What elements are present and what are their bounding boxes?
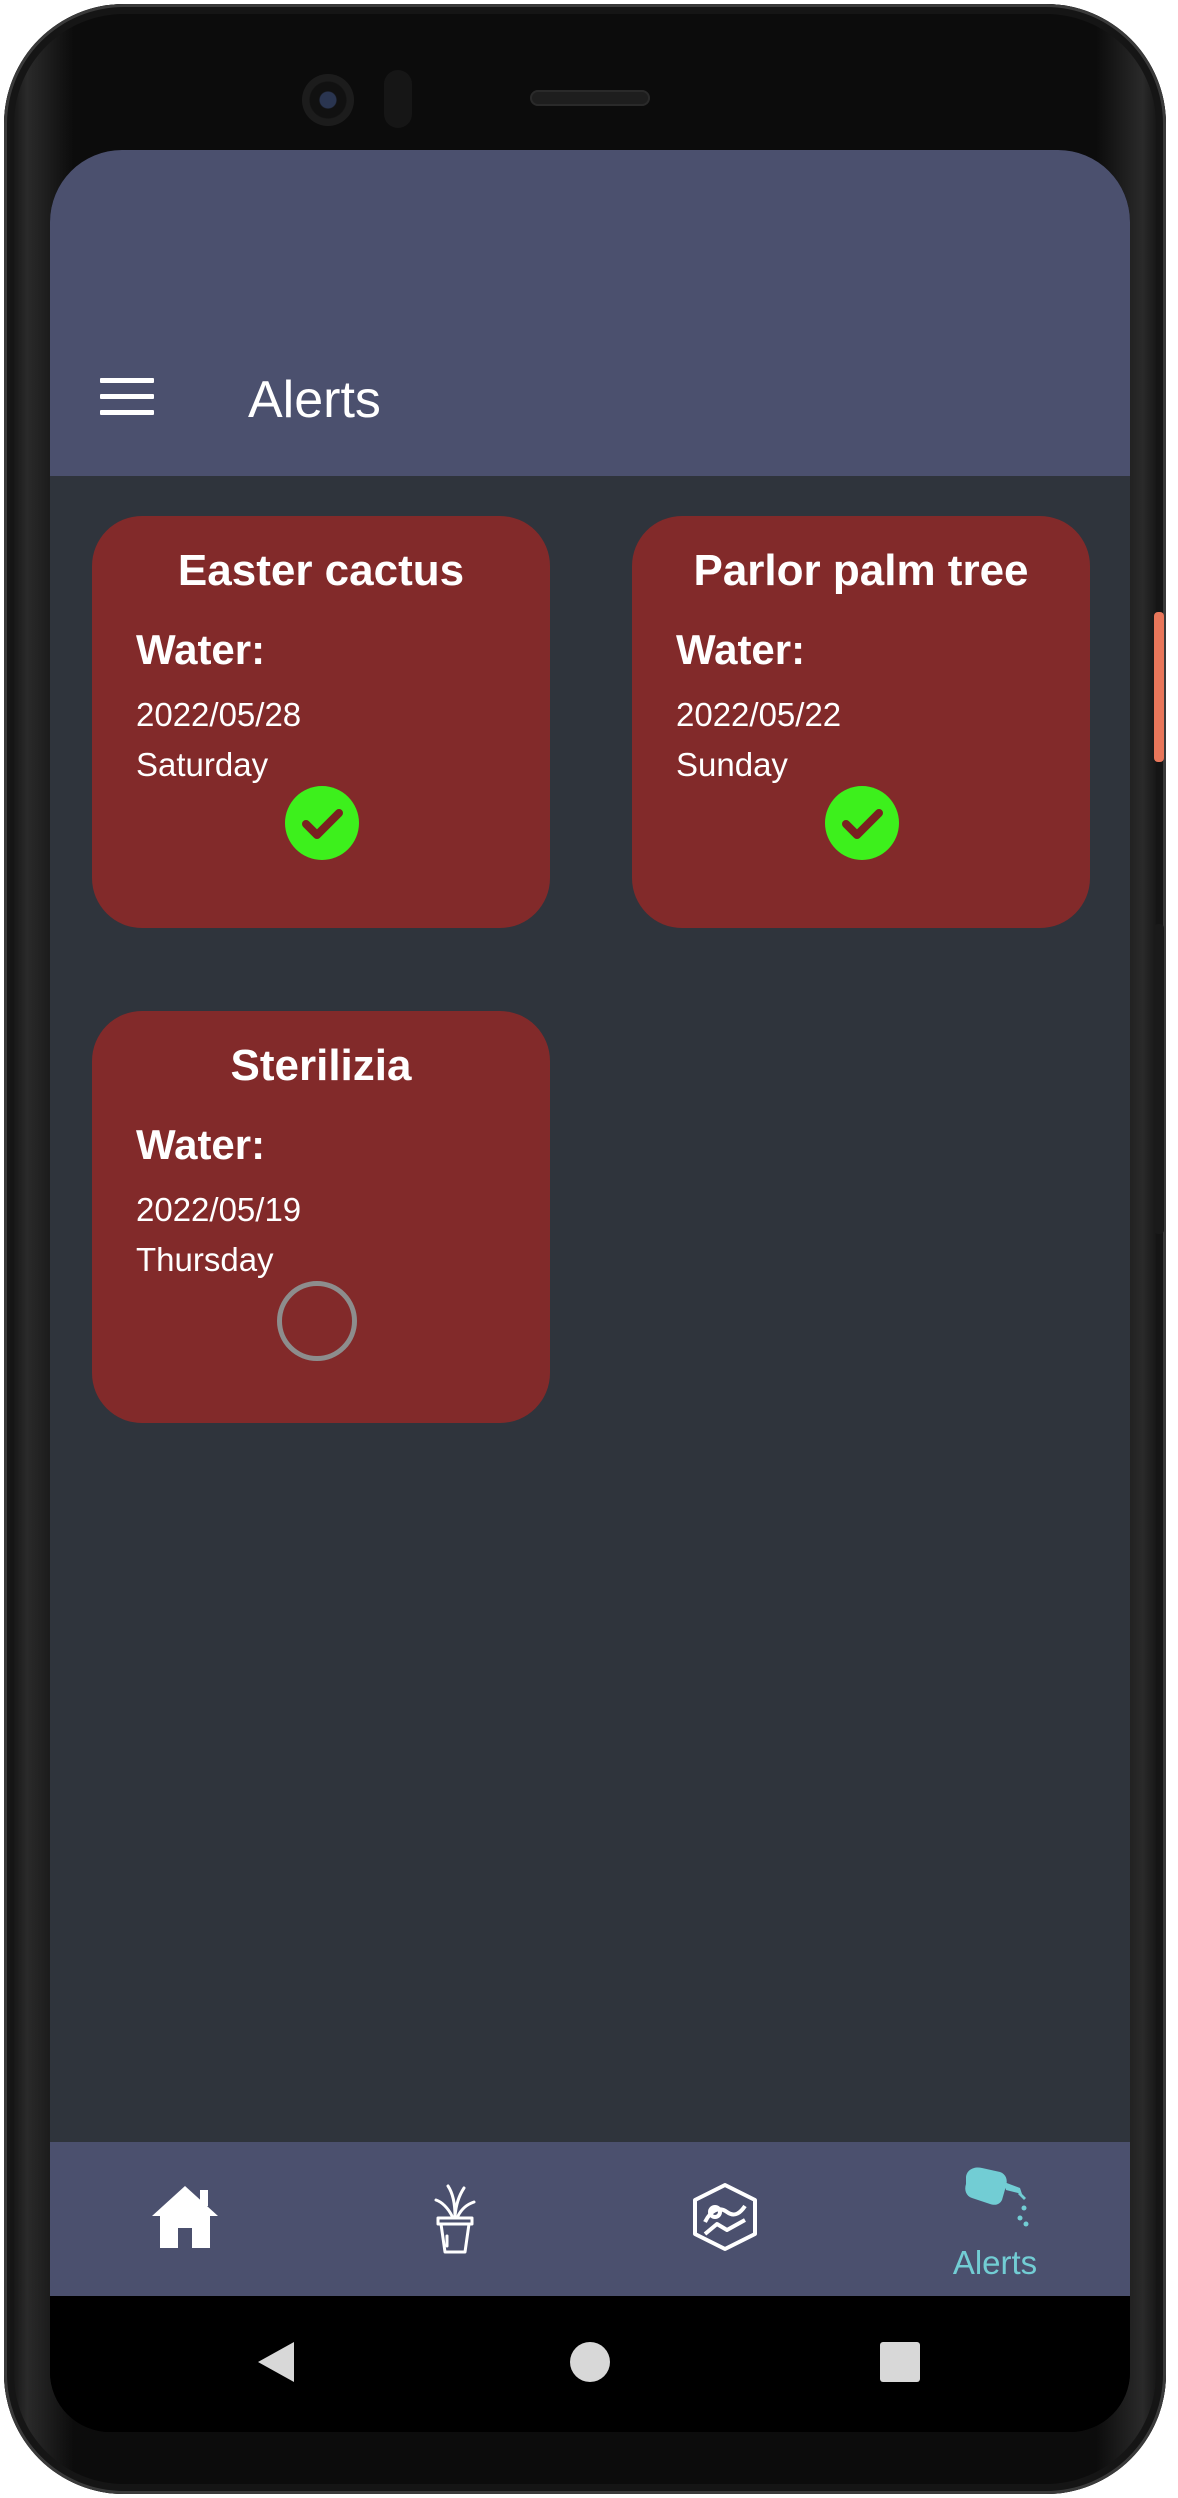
phone-frame: Alerts Easter cactus Water: 2022/05/28 S… bbox=[4, 4, 1166, 2494]
done-check-icon[interactable] bbox=[825, 786, 899, 860]
alert-card[interactable]: Sterilizia Water: 2022/05/19 Thursday bbox=[92, 1011, 550, 1423]
power-button bbox=[1154, 612, 1164, 762]
nav-item-scan[interactable] bbox=[590, 2142, 860, 2296]
app-bar: Alerts bbox=[50, 150, 1130, 476]
alert-date: 2022/05/22 bbox=[676, 696, 842, 733]
home-circle-icon[interactable] bbox=[569, 2341, 611, 2383]
hamburger-menu-icon[interactable] bbox=[100, 378, 154, 416]
earpiece-speaker bbox=[530, 90, 650, 106]
plant-name: Parlor palm tree bbox=[693, 546, 1029, 595]
nav-item-home[interactable] bbox=[50, 2142, 320, 2296]
proximity-sensor bbox=[384, 70, 412, 128]
screen: Alerts Easter cactus Water: 2022/05/28 S… bbox=[50, 150, 1130, 2432]
recents-square-icon[interactable] bbox=[879, 2341, 921, 2383]
back-icon[interactable] bbox=[256, 2340, 296, 2384]
alert-weekday: Thursday bbox=[136, 1241, 274, 1278]
plant-name: Sterilizia bbox=[230, 1041, 412, 1090]
page-title: Alerts bbox=[248, 371, 381, 429]
alert-card[interactable]: Parlor palm tree Water: 2022/05/22 Sunda… bbox=[632, 516, 1090, 928]
plant-name: Easter cactus bbox=[177, 546, 465, 595]
alerts-grid: Easter cactus Water: 2022/05/28 Saturday… bbox=[50, 476, 1130, 2142]
front-camera bbox=[302, 74, 354, 126]
home-icon bbox=[152, 2186, 218, 2248]
plant-pot-icon bbox=[434, 2184, 476, 2254]
alert-date: 2022/05/28 bbox=[136, 696, 302, 733]
pending-circle-icon[interactable] bbox=[277, 1281, 357, 1361]
nav-label-alerts: Alerts bbox=[952, 2244, 1038, 2281]
plant-scan-icon bbox=[693, 2183, 757, 2251]
alert-weekday: Saturday bbox=[136, 746, 269, 783]
volume-button bbox=[1154, 924, 1164, 1234]
task-label: Water: bbox=[676, 626, 806, 673]
alert-card[interactable]: Easter cactus Water: 2022/05/28 Saturday bbox=[92, 516, 550, 928]
system-navigation-bar bbox=[50, 2296, 1130, 2432]
done-check-icon[interactable] bbox=[285, 786, 359, 860]
alert-weekday: Sunday bbox=[676, 746, 788, 783]
bottom-navigation: Alerts bbox=[50, 2142, 1130, 2296]
alert-date: 2022/05/19 bbox=[136, 1191, 302, 1228]
nav-item-plants[interactable] bbox=[320, 2142, 590, 2296]
task-label: Water: bbox=[136, 1121, 266, 1168]
watering-can-icon bbox=[965, 2167, 1029, 2227]
task-label: Water: bbox=[136, 626, 266, 673]
nav-item-alerts[interactable]: Alerts bbox=[860, 2142, 1130, 2296]
